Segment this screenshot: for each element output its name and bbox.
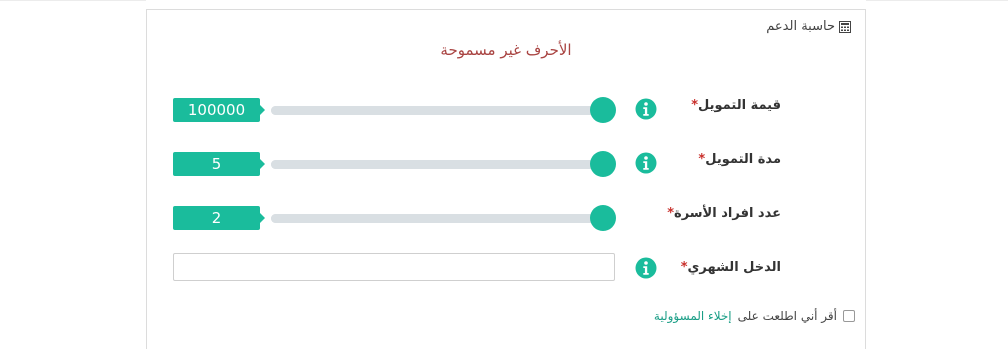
page-divider-left: [0, 0, 146, 1]
family-members-value: 2: [173, 206, 265, 230]
panel-header: حاسبة الدعم: [766, 19, 851, 34]
monthly-income-input[interactable]: [173, 253, 615, 281]
panel-title: حاسبة الدعم: [766, 19, 835, 34]
disclaimer-consent: أقر أني اطلعت على إخلاء المسؤولية: [654, 309, 855, 323]
error-message: الأحرف غير مسموحة: [440, 41, 572, 59]
slider-fill: [271, 106, 603, 115]
family-members-label: عدد افراد الأسرة*: [664, 206, 781, 221]
family-members-label-text: عدد افراد الأسرة: [674, 206, 781, 221]
slider-handle[interactable]: [590, 205, 616, 231]
consent-checkbox[interactable]: [843, 310, 855, 322]
financing-duration-slider[interactable]: [271, 151, 616, 177]
slider-handle[interactable]: [590, 151, 616, 177]
financing-duration-value: 5: [173, 152, 265, 176]
calculator-icon: [839, 20, 851, 33]
info-icon[interactable]: [635, 257, 657, 279]
info-icon[interactable]: [635, 98, 657, 120]
required-mark: *: [680, 260, 688, 275]
financing-duration-label-text: مدة التمويل: [705, 152, 781, 167]
financing-amount-label: قيمة التمويل*: [688, 98, 781, 113]
slider-fill: [271, 214, 603, 223]
info-icon[interactable]: [635, 152, 657, 174]
family-members-slider[interactable]: [271, 205, 616, 231]
financing-amount-label-text: قيمة التمويل: [698, 98, 781, 113]
financing-duration-label: مدة التمويل*: [695, 152, 781, 167]
financing-amount-slider[interactable]: [271, 97, 616, 123]
consent-text: أقر أني اطلعت على: [737, 309, 837, 323]
required-mark: *: [667, 206, 675, 221]
monthly-income-label: الدخل الشهري*: [678, 260, 781, 275]
monthly-income-label-text: الدخل الشهري: [687, 260, 782, 275]
financing-amount-value: 100000: [173, 98, 265, 122]
page-divider-right: [866, 0, 1008, 1]
slider-handle[interactable]: [590, 97, 616, 123]
slider-fill: [271, 160, 603, 169]
disclaimer-link[interactable]: إخلاء المسؤولية: [654, 309, 732, 323]
support-calculator-panel: حاسبة الدعم الأحرف غير مسموحة قيمة التمو…: [146, 9, 866, 349]
